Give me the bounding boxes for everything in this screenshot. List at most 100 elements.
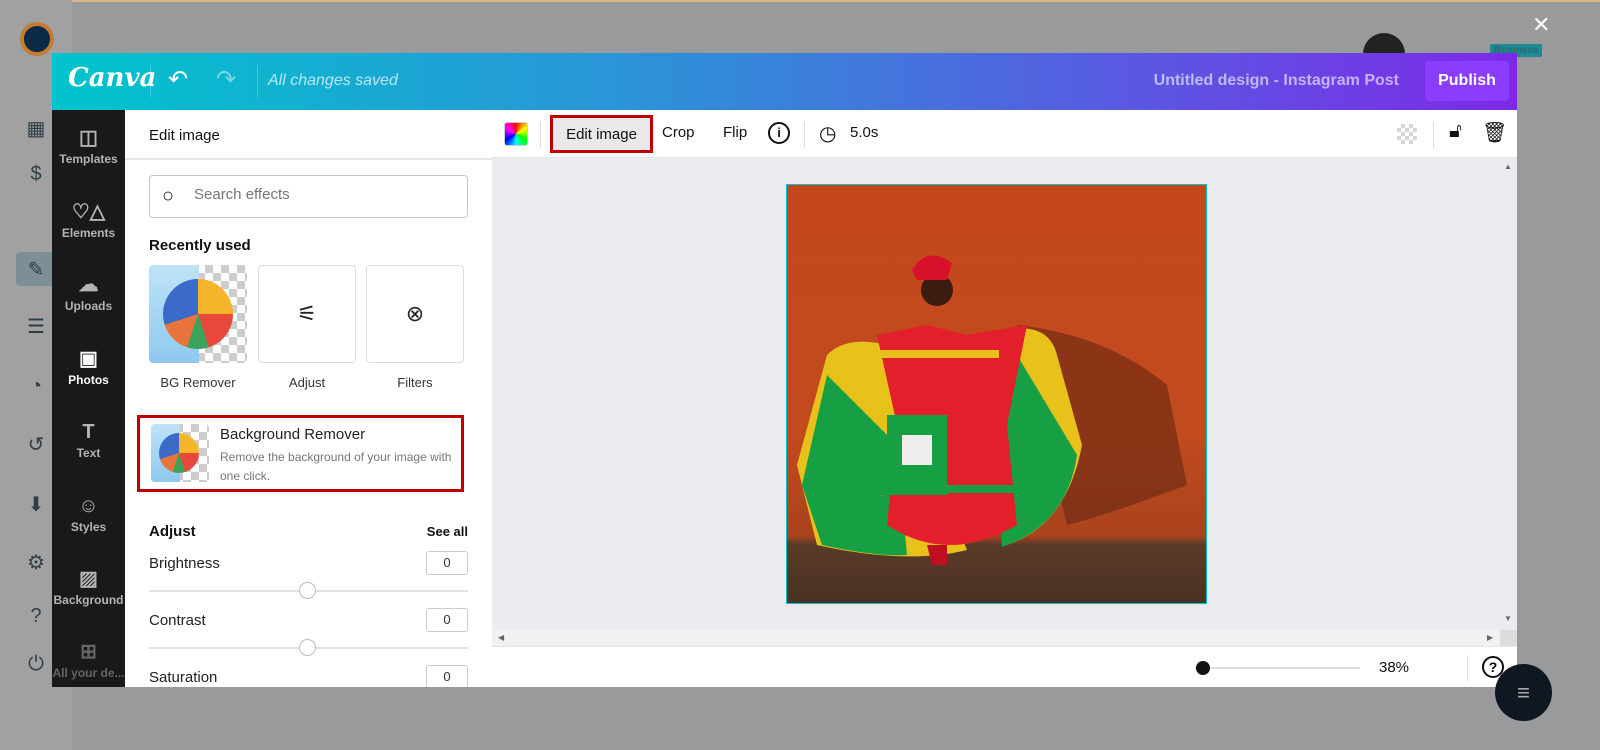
rss-icon[interactable]: ◔ [22, 372, 50, 400]
nav-photos[interactable]: ▣ Photos [52, 347, 125, 387]
bg-remover-description: Remove the background of your image with… [220, 450, 452, 483]
filters-tile[interactable]: ⊗ [366, 265, 464, 363]
saturation-value[interactable]: 0 [426, 665, 468, 687]
divider [1433, 122, 1434, 148]
bg-remover-title: Background Remover [220, 426, 366, 443]
background-icon: ▨ [79, 568, 98, 590]
list-icon[interactable]: ☰ [22, 312, 50, 340]
zoom-slider[interactable] [1195, 661, 1360, 675]
color-picker-button[interactable] [504, 122, 528, 146]
canvas-background: ▲ ▼ [492, 158, 1517, 630]
undo-icon[interactable]: ↶ [168, 65, 188, 94]
beach-ball-image [163, 279, 233, 349]
nav-label: Photos [68, 373, 109, 387]
duration-button[interactable]: 5.0s [850, 124, 878, 141]
saturation-label: Saturation [149, 669, 218, 686]
canvas-area: Edit image Crop Flip i ◷ 5.0s 🔓︎ 🗑︎ ▲ ▼ … [492, 110, 1517, 687]
history-icon[interactable]: ↺ [22, 430, 50, 458]
nav-label: Text [76, 446, 101, 460]
horizontal-scrollbar[interactable]: ◀ ▶ [492, 630, 1517, 646]
upload-icon: ☁ [78, 274, 99, 296]
divider [1467, 655, 1468, 681]
palette-icon: ☺ [78, 495, 99, 517]
brightness-value[interactable]: 0 [426, 551, 468, 575]
save-status: All changes saved [268, 72, 398, 89]
help-icon[interactable]: ? [22, 602, 50, 630]
text-icon: T [82, 421, 95, 443]
woman-in-dress-image [797, 255, 1187, 565]
tile-label: Filters [397, 375, 433, 390]
transparency-icon[interactable] [1397, 124, 1417, 144]
nav-text[interactable]: T Text [52, 420, 125, 460]
brightness-slider[interactable] [149, 582, 468, 599]
bottom-bar: 38% ? [492, 646, 1517, 687]
publish-button[interactable]: Publish [1425, 61, 1509, 101]
scroll-down-icon[interactable]: ▼ [1504, 614, 1512, 623]
menu-button[interactable]: ≡ [1495, 664, 1552, 721]
download-icon[interactable]: ⬇ [22, 490, 50, 518]
close-icon[interactable]: ✕ [1532, 12, 1550, 38]
recently-used-title: Recently used [149, 237, 251, 254]
search-icon: ○ [162, 185, 175, 207]
divider [540, 122, 541, 148]
unlock-icon[interactable]: 🔓︎ [1449, 120, 1462, 143]
editor-header: Canva ↶ ↷ All changes saved Untitled des… [52, 53, 1517, 110]
canva-logo[interactable]: Canva [68, 63, 156, 93]
billing-icon[interactable]: $ [22, 160, 50, 188]
nav-uploads[interactable]: ☁ Uploads [52, 273, 125, 313]
scroll-left-icon[interactable]: ◀ [498, 633, 504, 642]
scroll-up-icon[interactable]: ▲ [1504, 162, 1512, 171]
clock-icon[interactable]: ◷ [819, 121, 836, 146]
editor-nav: ◫ Templates ♡△ Elements ☁ Uploads ▣ Photos T… [52, 110, 125, 687]
background-remover-item[interactable]: Background Remover Remove the background… [137, 415, 464, 492]
power-icon[interactable]: ⏻ [22, 650, 50, 678]
slider-knob[interactable] [299, 639, 316, 656]
scroll-right-icon[interactable]: ▶ [1487, 633, 1493, 642]
sliders-icon: ⚟ [297, 301, 317, 326]
image-toolbar: Edit image Crop Flip i ◷ 5.0s 🔓︎ 🗑︎ [492, 110, 1517, 158]
adjust-tile[interactable]: ⚟ [258, 265, 356, 363]
edit-image-button[interactable]: Edit image [550, 115, 653, 153]
nav-styles[interactable]: ☺ Styles [52, 494, 125, 534]
contrast-value[interactable]: 0 [426, 608, 468, 632]
tile-label: BG Remover [160, 375, 236, 390]
see-all-link[interactable]: See all [427, 524, 468, 539]
info-icon[interactable]: i [768, 122, 790, 144]
trash-icon[interactable]: 🗑︎ [1482, 120, 1507, 145]
contrast-slider[interactable] [149, 639, 468, 656]
nav-label: Styles [70, 520, 107, 534]
flip-button[interactable]: Flip [723, 124, 747, 141]
settings-icon[interactable]: ⚙ [22, 548, 50, 576]
nav-templates[interactable]: ◫ Templates [52, 126, 125, 166]
crop-button[interactable]: Crop [662, 124, 695, 141]
divider [150, 65, 151, 97]
design-icon[interactable]: ✎ [16, 252, 56, 286]
design-title[interactable]: Untitled design - Instagram Post [1154, 72, 1399, 90]
slider-knob[interactable] [299, 582, 316, 599]
search-effects[interactable]: ○ [149, 175, 468, 218]
zoom-percent[interactable]: 38% [1379, 659, 1409, 676]
nav-all-designs[interactable]: ⊞ All your de... [52, 640, 125, 680]
contrast-label: Contrast [149, 612, 206, 629]
zoom-knob[interactable] [1196, 661, 1211, 675]
design-photo[interactable] [786, 184, 1207, 604]
canva-editor: Canva ↶ ↷ All changes saved Untitled des… [52, 53, 1517, 687]
elements-icon: ♡△ [71, 201, 106, 223]
bg-remover-tile[interactable] [149, 265, 247, 363]
redo-icon[interactable]: ↷ [216, 65, 236, 94]
beach-ball-image [159, 433, 199, 473]
templates-icon: ◫ [79, 127, 98, 149]
search-input[interactable] [194, 186, 454, 203]
dashboard-icon[interactable]: ▦ [22, 114, 50, 142]
nav-label: All your de... [52, 666, 125, 680]
nav-label: Uploads [64, 299, 113, 313]
edit-image-panel: Edit image ○ Recently used BG Remover ⚟ … [125, 110, 492, 687]
nav-background[interactable]: ▨ Background [52, 567, 125, 607]
photos-icon: ▣ [79, 348, 98, 370]
filters-icon: ⊗ [405, 301, 425, 326]
panel-title: Edit image [149, 127, 220, 144]
nav-elements[interactable]: ♡△ Elements [52, 200, 125, 240]
top-border [0, 0, 1600, 2]
tile-label: Adjust [288, 375, 326, 390]
host-logo [20, 22, 54, 56]
